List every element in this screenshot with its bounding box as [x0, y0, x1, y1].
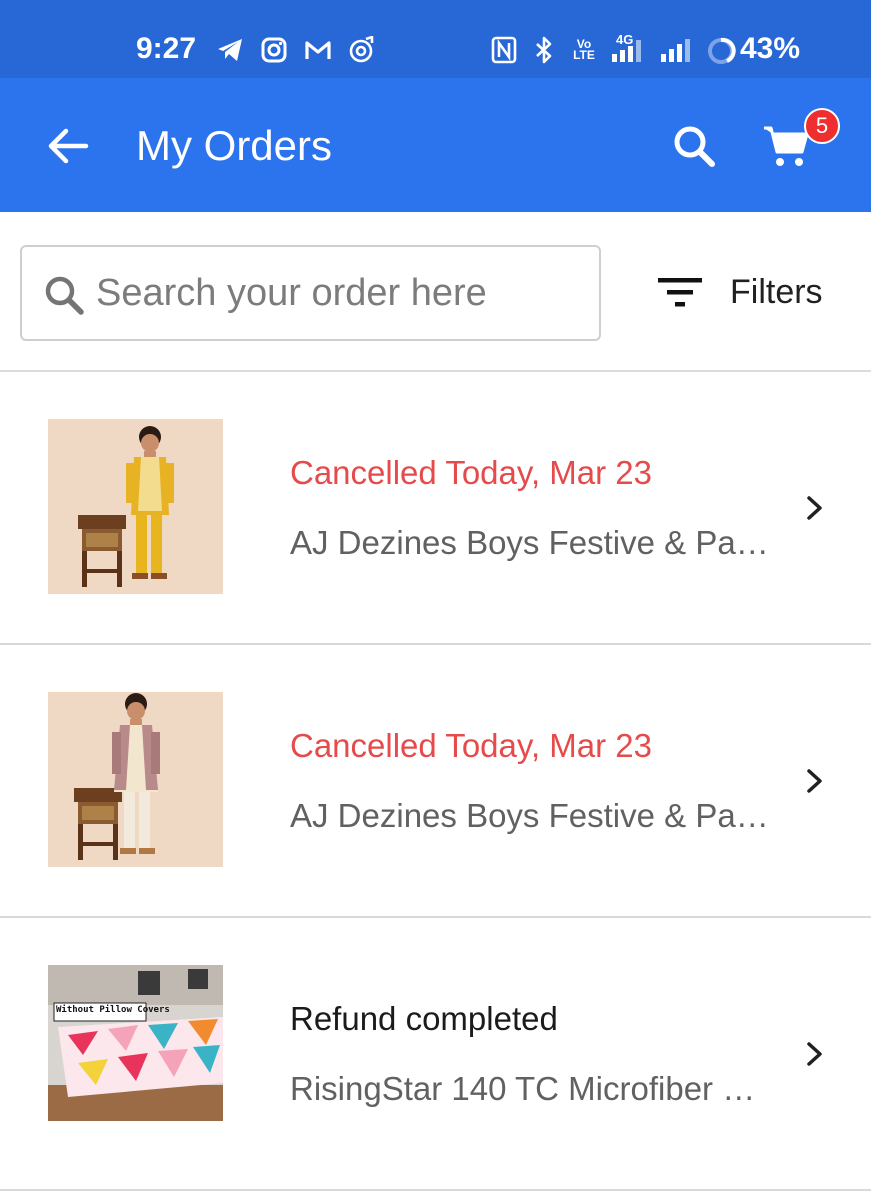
battery-percent: 43% [740, 32, 801, 65]
nfc-icon [490, 36, 518, 64]
order-search-input[interactable] [96, 267, 586, 319]
product-thumbnail [48, 692, 223, 867]
signal-icon [658, 36, 696, 64]
order-status: Refund completed [290, 1000, 558, 1037]
order-item[interactable]: Cancelled Today, Mar 23 AJ Dezines Boys … [0, 372, 871, 645]
orders-list: Cancelled Today, Mar 23 AJ Dezines Boys … [0, 372, 871, 1191]
search-filter-bar: Filters [0, 212, 871, 372]
filter-icon [658, 278, 702, 307]
battery-icon [706, 36, 736, 71]
filters-button[interactable]: Filters [650, 264, 850, 320]
chevron-right-icon [807, 496, 822, 520]
search-icon [674, 126, 715, 167]
order-search-box[interactable] [20, 245, 601, 341]
system-icons: Vo LTE 4G [490, 32, 696, 64]
notification-icons [216, 36, 376, 64]
telegram-icon [216, 36, 244, 64]
network-type: 4G [616, 32, 634, 47]
search-icon [45, 276, 84, 315]
order-status: Cancelled Today, Mar 23 [290, 727, 652, 764]
order-product-name: RisingStar 140 TC Microfiber Double Prin… [290, 1070, 770, 1107]
volte-icon: Vo LTE [573, 37, 595, 62]
order-item[interactable]: Cancelled Today, Mar 23 AJ Dezines Boys … [0, 645, 871, 918]
order-product-name: AJ Dezines Boys Festive & Party Kurta Ja… [290, 797, 770, 834]
signal-4g-icon: 4G [610, 32, 646, 64]
chevron-right-icon [807, 1042, 822, 1066]
search-button[interactable] [670, 122, 718, 170]
back-arrow-icon [48, 128, 89, 164]
order-product-name: AJ Dezines Boys Festive & Party Kurta Wa… [290, 524, 770, 561]
page-title: My Orders [136, 122, 333, 169]
bluetooth-icon [530, 36, 558, 64]
order-status: Cancelled Today, Mar 23 [290, 454, 652, 491]
cart-count-badge: 5 [804, 108, 840, 144]
product-thumbnail [48, 419, 223, 594]
status-time: 9:27 [136, 32, 197, 65]
thumbnail-caption: Without Pillow Covers [56, 1005, 170, 1015]
music-icon [348, 36, 376, 64]
instagram-icon [260, 36, 288, 64]
back-button[interactable] [44, 122, 92, 170]
app-bar: My Orders 5 [0, 78, 871, 212]
product-thumbnail: Without Pillow Covers [48, 965, 223, 1121]
filters-label: Filters [730, 272, 823, 311]
gmail-icon [304, 36, 332, 64]
chevron-right-icon [807, 769, 822, 793]
order-item[interactable]: Without Pillow Covers Refund completed R… [0, 918, 871, 1191]
status-bar: 9:27 Vo LTE 4G 43% [0, 0, 871, 78]
